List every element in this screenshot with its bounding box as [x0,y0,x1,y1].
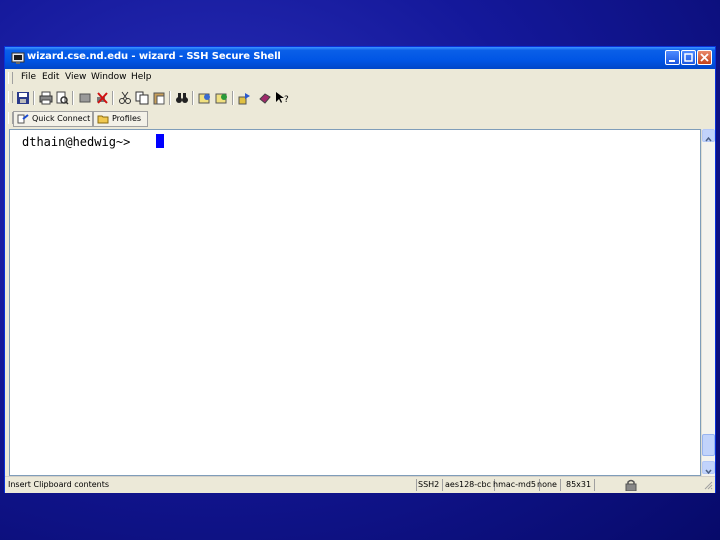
menu-help[interactable]: Help [131,72,152,82]
profiles-label: Profiles [112,114,142,123]
minimize-icon [669,60,675,62]
vertical-scrollbar[interactable] [701,129,715,476]
resize-grip-icon[interactable] [703,480,713,490]
cut-icon[interactable] [118,91,132,105]
status-hint: Insert Clipboard contents [8,479,417,491]
find-icon[interactable] [175,91,189,105]
svg-text:?: ? [284,95,289,105]
terminal-prompt: dthain@hedwig~> [22,135,131,149]
folder-icon [97,115,109,124]
minimize-button[interactable] [665,50,680,65]
menu-bar: File Edit View Window Help [5,69,715,88]
status-bar: Insert Clipboard contents SSH2 aes128-cb… [5,476,715,493]
close-icon [700,53,709,62]
menu-window[interactable]: Window [91,72,127,82]
quick-toolbar: Quick Connect Profiles [5,109,715,129]
toolbar-separator [72,91,74,105]
copy-icon[interactable] [135,91,149,105]
status-size: 85x31 [566,479,596,491]
scroll-up-button[interactable] [702,129,715,142]
settings-icon[interactable] [198,91,212,105]
menu-grip[interactable] [8,72,13,84]
connect-icon[interactable] [78,91,92,105]
toolbar-separator [112,91,114,105]
key-icon[interactable] [258,91,272,105]
window-title: wizard.cse.nd.edu - wizard - SSH Secure … [27,51,281,62]
terminal-cursor [156,134,164,148]
quick-connect-label: Quick Connect [32,114,91,123]
menu-edit[interactable]: Edit [42,72,59,82]
toolbar-separator [169,91,171,105]
disconnect-icon[interactable] [95,91,109,105]
toolbar-separator [232,91,234,105]
toolbar-separator [192,91,194,105]
ssh-app-icon [11,52,25,64]
profile-settings-icon[interactable] [215,91,229,105]
file-transfer-icon[interactable] [238,91,252,105]
scroll-thumb[interactable] [702,434,715,456]
maximize-icon [684,53,693,62]
menu-view[interactable]: View [65,72,86,82]
ssh-window: wizard.cse.nd.edu - wizard - SSH Secure … [4,46,716,493]
quick-connect-button[interactable]: Quick Connect [13,111,93,127]
toolbar: ? [5,87,715,110]
scroll-down-button[interactable] [702,461,715,475]
print-icon[interactable] [39,91,53,105]
status-mac: hmac-md5 [493,479,541,491]
status-cipher: aes128-cbc [445,479,496,491]
paste-icon[interactable] [152,91,166,105]
menu-file[interactable]: File [21,72,36,82]
chevron-up-icon [705,136,712,142]
title-bar[interactable]: wizard.cse.nd.edu - wizard - SSH Secure … [5,47,715,69]
toolbar-grip[interactable] [8,91,13,103]
lock-icon [625,479,637,491]
toolbar-separator [33,91,35,105]
quick-connect-icon [17,114,29,124]
status-compression: none [537,479,561,491]
status-protocol: SSH2 [418,479,444,491]
close-button[interactable] [697,50,712,65]
print-preview-icon[interactable] [55,91,69,105]
profiles-button[interactable]: Profiles [93,111,148,127]
context-help-icon[interactable]: ? [275,91,289,105]
maximize-button[interactable] [681,50,696,65]
save-icon[interactable] [16,91,30,105]
terminal-area[interactable]: dthain@hedwig~> [9,129,701,476]
